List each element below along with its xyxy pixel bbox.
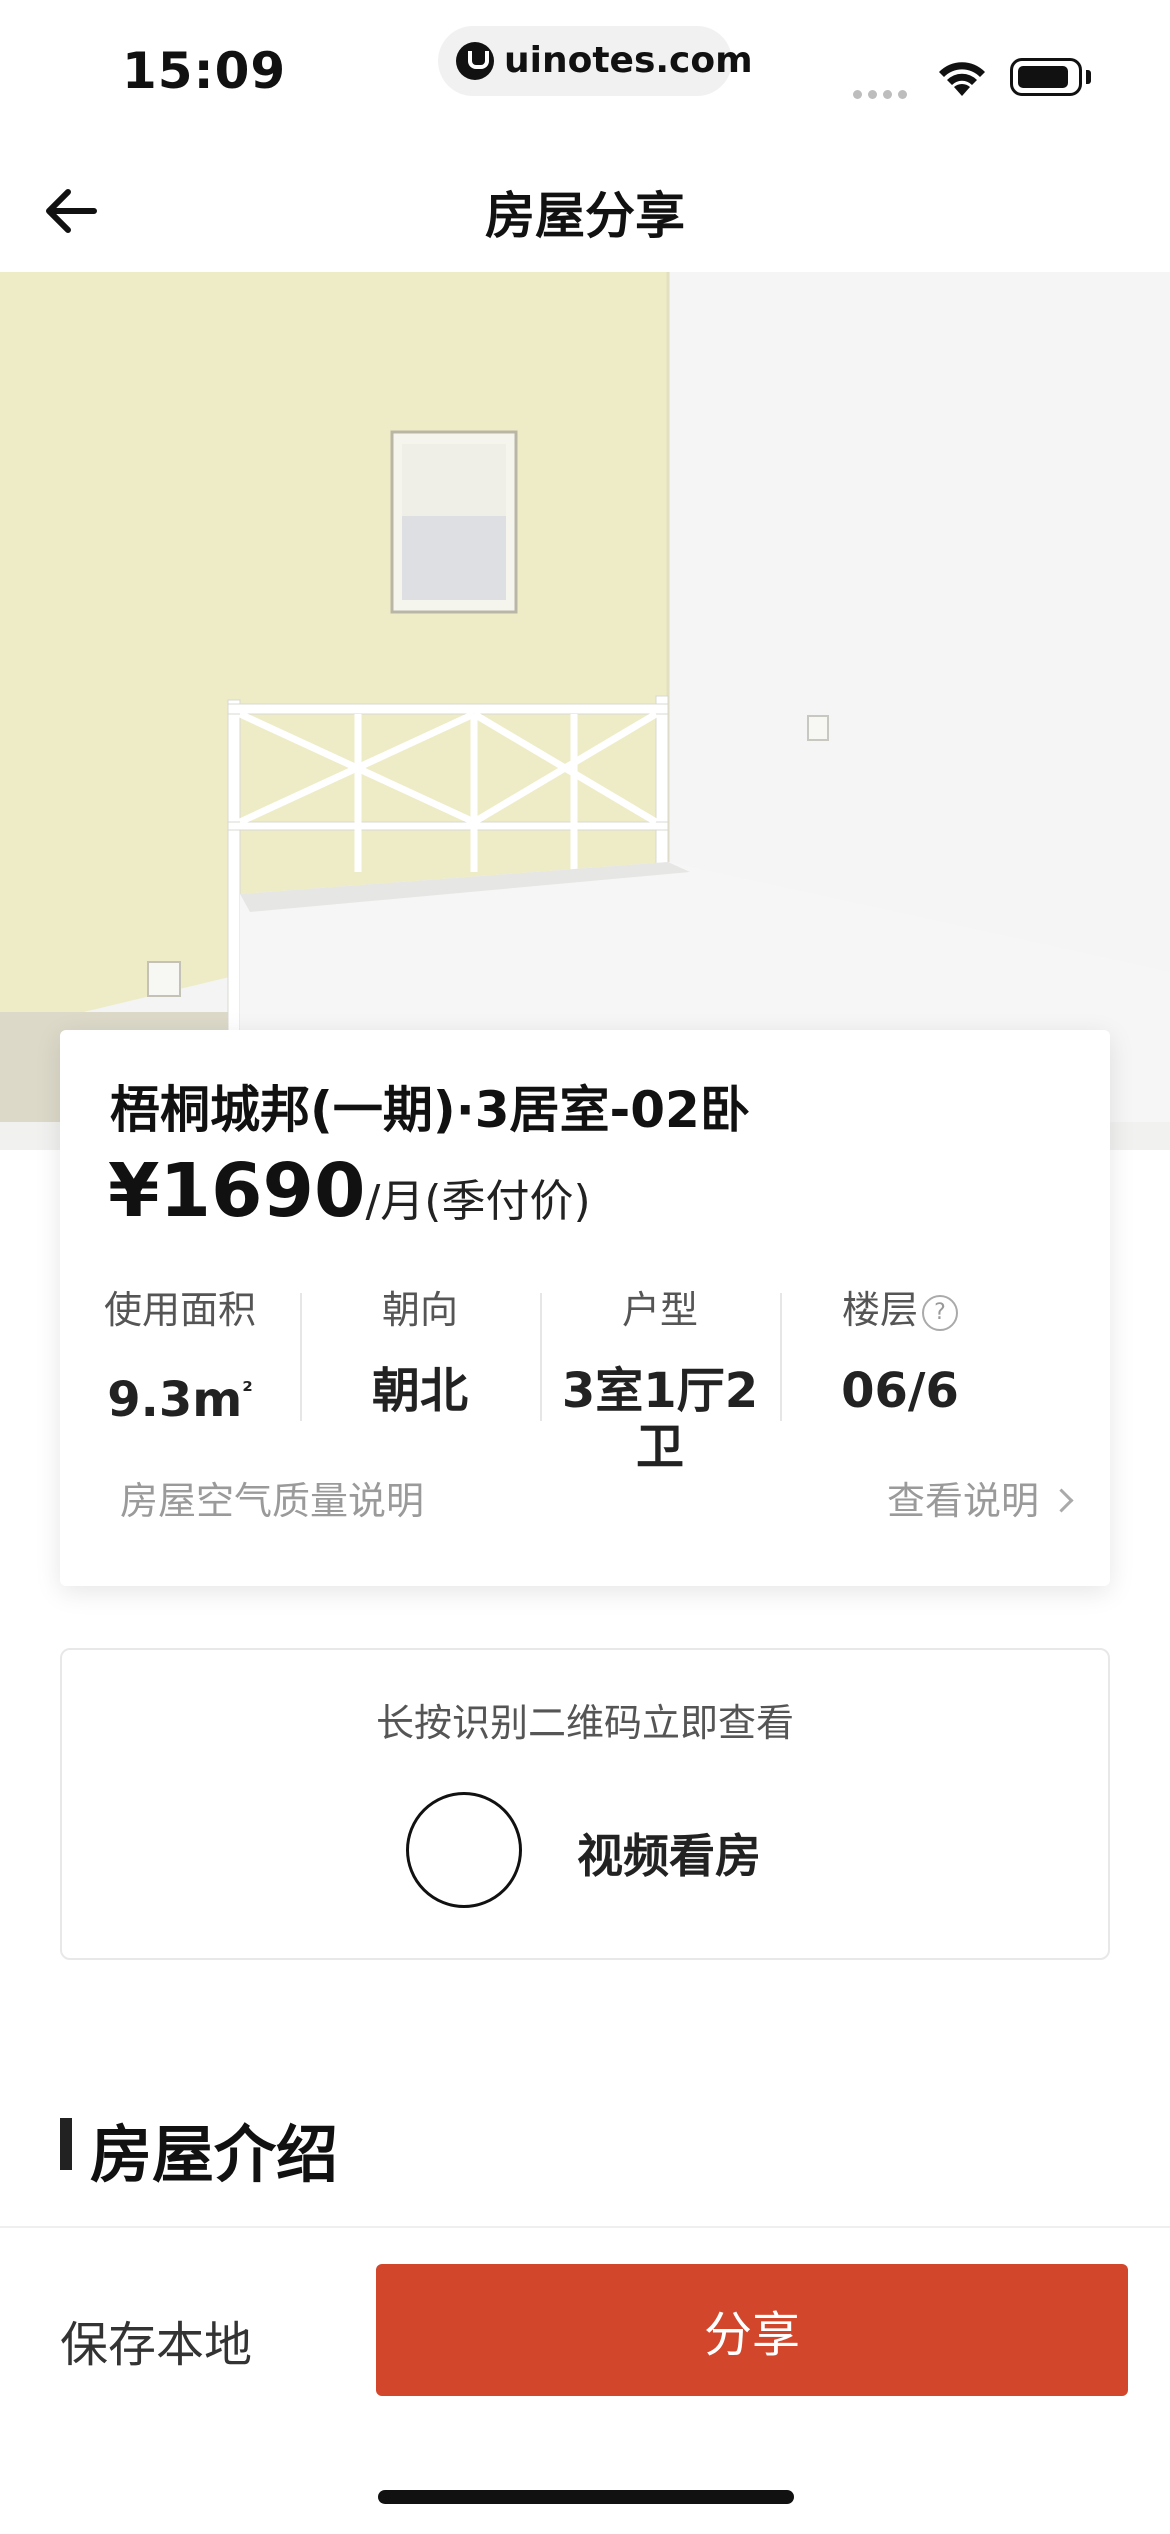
section-title: 房屋介绍 [90,2118,339,2191]
spec-label: 楼层? [780,1285,1020,1335]
area-value: 9.3m [107,1372,243,1428]
status-time: 15:09 [122,42,287,100]
url-pill[interactable]: uinotes.com [438,26,753,96]
home-indicator[interactable] [378,2490,794,2504]
spec-area: 使用面积 9.3m² [60,1285,300,1428]
price-unit: /月(季付价) [365,1176,591,1227]
listing-info-card: 梧桐城邦(一期)·3居室-02卧 ¥1690/月(季付价) 使用面积 9.3m²… [60,1030,1110,1586]
signal-dots-icon [853,84,913,103]
view-explanation-link[interactable]: 查看说明 [886,1470,1074,1525]
url-text: uinotes.com [504,40,753,81]
view-explanation-text: 查看说明 [886,1479,1039,1523]
wifi-icon [939,62,985,96]
nav-bar: 房屋分享 [0,150,1170,270]
air-quality-row[interactable]: 房屋空气质量说明 查看说明 [120,1470,1074,1530]
floor-label: 楼层 [841,1288,918,1332]
spec-value: 朝北 [371,1363,468,1419]
chevron-right-icon [1049,1488,1074,1513]
battery-icon [1010,58,1082,96]
spec-row: 使用面积 9.3m² 朝向 朝北 户型 3室1厅2卫 楼层? 06/6 [60,1285,1110,1475]
spec-floor: 楼层? 06/6 [780,1285,1020,1425]
share-button[interactable]: 分享 [376,2264,1128,2396]
listing-price: ¥1690 [108,1148,366,1234]
spec-label: 户型 [621,1288,698,1332]
spec-orientation: 朝向 朝北 [300,1285,540,1425]
bottom-action-bar: 保存本地 分享 [0,2226,1170,2534]
spec-value: 3室1厅2卫 [561,1363,759,1475]
spec-label: 朝向 [381,1288,458,1332]
price-row: ¥1690/月(季付价) [108,1148,591,1234]
listing-title: 梧桐城邦(一期)·3居室-02卧 [110,1081,750,1139]
spec-value: 9.3m² [60,1363,300,1428]
page-title: 房屋分享 [485,187,685,245]
site-logo-icon [456,42,494,80]
spec-layout: 户型 3室1厅2卫 [540,1285,780,1475]
spec-value: 06/6 [841,1363,959,1419]
save-local-button[interactable]: 保存本地 [60,2290,320,2390]
video-tour-card[interactable]: 长按识别二维码立即查看 视频看房 [60,1648,1110,1960]
room-photo [0,272,1170,1150]
section-marker [60,2118,72,2170]
area-unit-sup: ² [242,1377,253,1405]
battery-nub [1086,70,1091,84]
spec-label: 使用面积 [103,1288,256,1332]
qr-hint-text: 长按识别二维码立即查看 [375,1701,794,1745]
air-quality-label: 房屋空气质量说明 [120,1479,425,1523]
status-bar: 15:09 uinotes.com [0,0,1170,140]
video-tour-label: 视频看房 [577,1829,761,1883]
play-button[interactable] [406,1792,522,1908]
help-circle-icon[interactable]: ? [922,1294,958,1331]
